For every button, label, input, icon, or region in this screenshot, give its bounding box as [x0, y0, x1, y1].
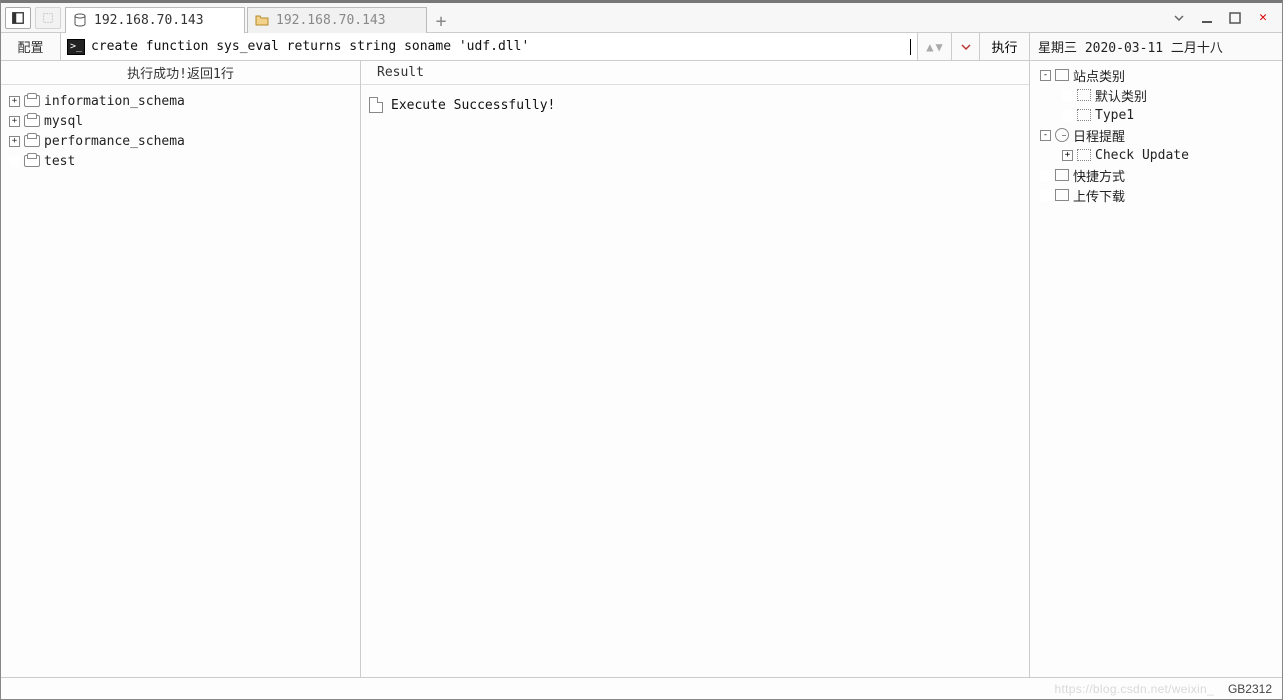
item-icon — [1077, 149, 1091, 161]
node-label: Type1 — [1095, 108, 1134, 123]
side-tree: - 站点类别 默认类别 Type1 - 日程提醒 — [1030, 65, 1282, 205]
config-button[interactable]: 配置 — [1, 33, 61, 60]
tab-label: 192.168.70.143 — [276, 13, 386, 28]
main-area: 执行成功!返回1行 + information_schema + mysql +… — [1, 61, 1282, 677]
side-node-type1[interactable]: Type1 — [1036, 105, 1276, 125]
expand-icon — [9, 156, 20, 167]
db-tree-panel: 执行成功!返回1行 + information_schema + mysql +… — [1, 61, 361, 677]
db-tree-item[interactable]: + information_schema — [5, 91, 356, 111]
db-tree-item[interactable]: + performance_schema — [5, 131, 356, 151]
history-stepper[interactable]: ▲▼ — [918, 33, 952, 60]
command-bar: 配置 >_ ▲▼ 执行 星期三 2020-03-11 二月十八 — [1, 33, 1282, 61]
spacer — [1040, 170, 1051, 181]
db-label: performance_schema — [44, 134, 185, 149]
shortcut-icon — [1055, 169, 1069, 181]
node-label: 上传下载 — [1073, 186, 1125, 205]
side-node-schedule[interactable]: - 日程提醒 — [1036, 125, 1276, 145]
titlebar: 192.168.70.143 192.168.70.143 + ✕ — [1, 3, 1282, 33]
side-node-shortcut[interactable]: 快捷方式 — [1036, 165, 1276, 185]
collapse-icon[interactable]: - — [1040, 70, 1051, 81]
database-icon — [24, 135, 40, 147]
db-label: information_schema — [44, 94, 185, 109]
node-label: 日程提醒 — [1073, 126, 1125, 145]
date-display: 星期三 2020-03-11 二月十八 — [1030, 33, 1282, 60]
side-panel: - 站点类别 默认类别 Type1 - 日程提醒 — [1030, 61, 1282, 677]
watermark-text: https://blog.csdn.net/weixin_ — [1054, 682, 1213, 696]
db-label: mysql — [44, 114, 83, 129]
page-icon — [369, 97, 383, 113]
node-label: 快捷方式 — [1073, 166, 1125, 185]
node-label: 站点类别 — [1073, 66, 1125, 85]
database-icon — [24, 95, 40, 107]
item-icon — [1077, 89, 1091, 101]
database-icon — [24, 115, 40, 127]
result-text: Execute Successfully! — [391, 98, 555, 113]
db-tree-item[interactable]: test — [5, 151, 356, 171]
item-icon — [1077, 109, 1091, 121]
node-label: Check Update — [1095, 148, 1189, 163]
db-icon — [72, 12, 88, 28]
window-controls: ✕ — [1168, 9, 1278, 27]
db-tree-item[interactable]: + mysql — [5, 111, 356, 131]
side-node-check-update[interactable]: + Check Update — [1036, 145, 1276, 165]
expand-icon[interactable]: + — [9, 116, 20, 127]
new-tab-button[interactable]: + — [429, 11, 453, 33]
execute-button[interactable]: 执行 — [980, 33, 1030, 60]
expand-icon[interactable]: + — [9, 136, 20, 147]
expand-icon[interactable]: + — [9, 96, 20, 107]
tab-active[interactable]: 192.168.70.143 — [65, 7, 245, 33]
encoding-label: GB2312 — [1228, 682, 1272, 696]
node-label: 默认类别 — [1095, 86, 1147, 105]
detach-tab-button[interactable] — [35, 7, 61, 29]
db-tree: + information_schema + mysql + performan… — [1, 85, 360, 177]
text-caret — [910, 39, 911, 55]
db-label: test — [44, 154, 75, 169]
transfer-icon — [1055, 189, 1069, 201]
spacer — [1062, 110, 1073, 121]
status-bar: https://blog.csdn.net/weixin_ GB2312 — [1, 677, 1282, 699]
command-input[interactable] — [91, 39, 905, 54]
terminal-icon: >_ — [67, 39, 85, 55]
tab-inactive[interactable]: 192.168.70.143 — [247, 7, 427, 33]
side-node-site-category[interactable]: - 站点类别 — [1036, 65, 1276, 85]
folder-icon — [254, 12, 270, 28]
maximize-button[interactable] — [1224, 9, 1246, 27]
collapse-icon[interactable]: - — [1040, 130, 1051, 141]
tab-label: 192.168.70.143 — [94, 13, 204, 28]
side-node-default-category[interactable]: 默认类别 — [1036, 85, 1276, 105]
spacer — [1062, 90, 1073, 101]
spacer — [1040, 190, 1051, 201]
result-body: Execute Successfully! — [361, 85, 1029, 125]
command-dropdown[interactable] — [952, 33, 980, 60]
command-field[interactable]: >_ — [61, 33, 918, 60]
expand-icon[interactable]: + — [1062, 150, 1073, 161]
database-icon — [24, 155, 40, 167]
dropdown-icon[interactable] — [1168, 9, 1190, 27]
result-row: Execute Successfully! — [369, 95, 1021, 115]
result-header: Result — [361, 61, 1029, 85]
tabstrip: 192.168.70.143 192.168.70.143 + — [65, 3, 1164, 33]
app-window: 192.168.70.143 192.168.70.143 + ✕ — [0, 0, 1283, 700]
side-node-upload-download[interactable]: 上传下载 — [1036, 185, 1276, 205]
minimize-button[interactable] — [1196, 9, 1218, 27]
result-panel: Result Execute Successfully! — [361, 61, 1030, 677]
clock-icon — [1055, 128, 1069, 142]
category-icon — [1055, 69, 1069, 81]
app-menu-button[interactable] — [5, 7, 31, 29]
left-panel-header: 执行成功!返回1行 — [1, 61, 360, 85]
close-button[interactable]: ✕ — [1252, 9, 1274, 27]
